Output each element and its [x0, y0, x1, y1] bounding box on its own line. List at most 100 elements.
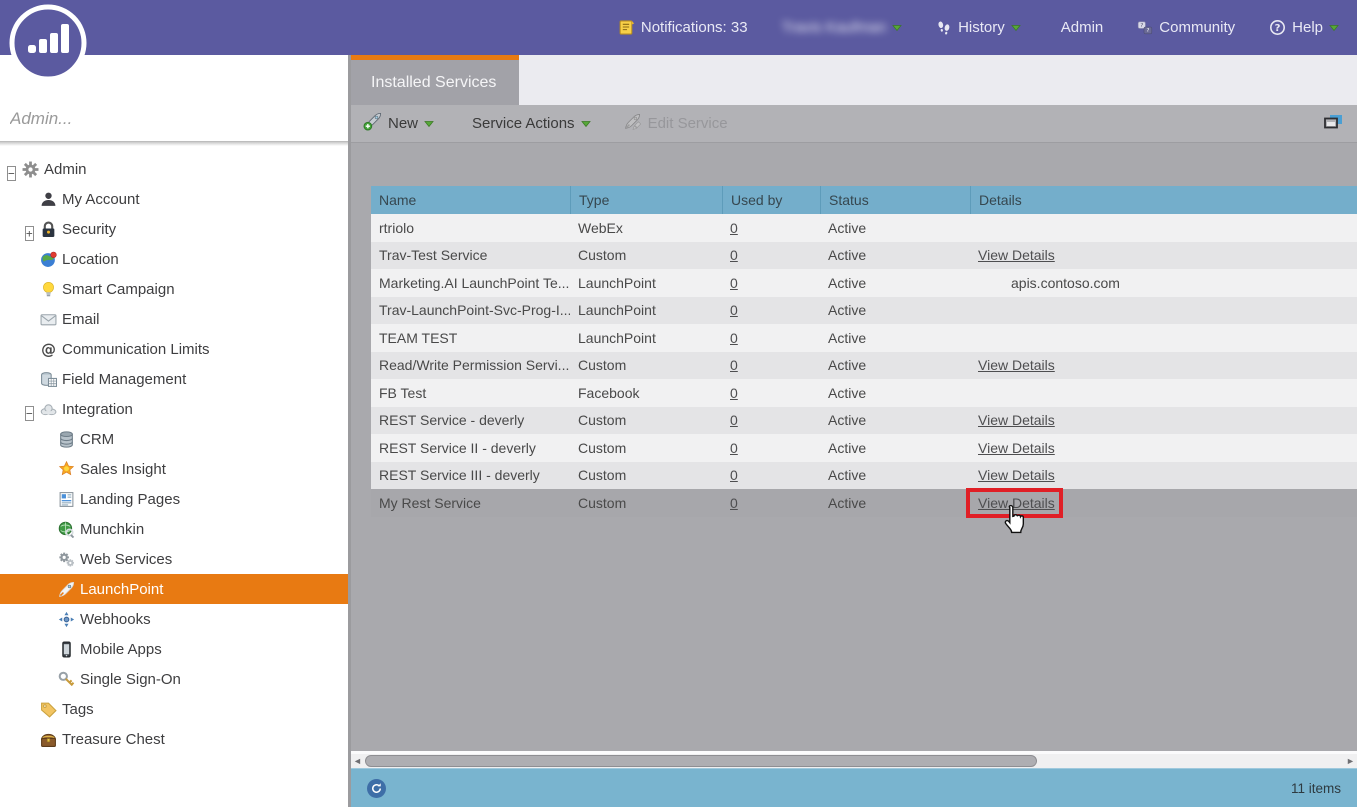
column-header-details[interactable]: Details — [970, 186, 1357, 214]
scroll-left-arrow[interactable]: ◄ — [351, 754, 364, 768]
sidebar-item-munchkin[interactable]: Munchkin — [0, 514, 348, 544]
service-name: My Rest Service — [379, 494, 481, 511]
nav-history[interactable]: History — [936, 19, 1021, 36]
marketo-admin-window: Notifications: 33 Travis Kaufman History Ad… — [0, 0, 1357, 807]
service-actions-button[interactable]: Service Actions — [466, 115, 591, 143]
refresh-icon[interactable] — [367, 778, 386, 798]
view-details-link[interactable]: View Details — [978, 467, 1055, 483]
used-by-link[interactable]: 0 — [730, 357, 738, 373]
scroll-right-arrow[interactable]: ► — [1344, 754, 1357, 768]
top-bar: Notifications: 33 Travis Kaufman History Ad… — [0, 0, 1357, 55]
used-by-link[interactable]: 0 — [730, 495, 738, 511]
sidebar-item-smart-campaign[interactable]: Smart Campaign — [0, 274, 348, 304]
sidebar-item-security[interactable]: + Security — [0, 214, 348, 244]
sidebar-item-label: Webhooks — [80, 610, 151, 628]
sidebar-item-launchpoint[interactable]: LaunchPoint — [0, 574, 348, 604]
used-by-link[interactable]: 0 — [730, 330, 738, 346]
view-details-link[interactable]: View Details — [978, 247, 1055, 263]
service-row-team-test[interactable]: TEAM TEST LaunchPoint 0 Active — [371, 324, 1357, 352]
services-grid: Name Type Used by Status Details rtriolo WebE… — [371, 186, 1357, 517]
sidebar-item-field-management[interactable]: Field Management — [0, 364, 348, 394]
sidebar-item-crm[interactable]: CRM — [0, 424, 348, 454]
sidebar-item-web-services[interactable]: Web Services — [0, 544, 348, 574]
sidebar-item-webhooks[interactable]: Webhooks — [0, 604, 348, 634]
service-row-rtriolo[interactable]: rtriolo WebEx 0 Active — [371, 214, 1357, 242]
admin-search-input[interactable] — [10, 109, 330, 129]
popout-window-icon[interactable] — [1323, 114, 1343, 136]
chest-icon — [40, 731, 57, 748]
collapse-icon[interactable]: − — [25, 404, 38, 421]
notifications-icon — [618, 19, 635, 36]
service-row-marketing-ai-launchpoint-te[interactable]: Marketing.AI LaunchPoint Te... LaunchPoin… — [371, 269, 1357, 297]
sidebar-item-label: Security — [62, 220, 117, 238]
globe-marker-icon — [40, 251, 57, 268]
marketo-logo[interactable] — [8, 3, 88, 83]
collapse-icon[interactable]: − — [7, 164, 20, 181]
nav-community[interactable]: ?? Community — [1137, 19, 1235, 36]
service-row-rest-service-iii-deverly[interactable]: REST Service III - deverly Custom 0 Active V… — [371, 461, 1357, 489]
column-header-type[interactable]: Type — [570, 186, 722, 214]
service-name: Trav-Test Service — [379, 247, 488, 264]
used-by-link[interactable]: 0 — [730, 220, 738, 236]
sidebar-item-mobile-apps[interactable]: Mobile Apps — [0, 634, 348, 664]
sidebar-item-email[interactable]: Email — [0, 304, 348, 334]
used-by-link[interactable]: 0 — [730, 467, 738, 483]
view-details-link[interactable]: View Details — [978, 412, 1055, 428]
scrollbar-thumb[interactable] — [365, 755, 1037, 767]
used-by-link[interactable]: 0 — [730, 440, 738, 456]
service-row-read-write-permission-servi[interactable]: Read/Write Permission Servi... Custom 0 Act… — [371, 351, 1357, 379]
person-icon — [40, 191, 57, 208]
service-type: LaunchPoint — [578, 274, 656, 291]
used-by-link[interactable]: 0 — [730, 275, 738, 291]
used-by-link[interactable]: 0 — [730, 385, 738, 401]
nav-travis-kaufman[interactable]: Travis Kaufman — [782, 19, 902, 36]
service-row-rest-service-deverly[interactable]: REST Service - deverly Custom 0 Active View … — [371, 406, 1357, 434]
used-by-link[interactable]: 0 — [730, 247, 738, 263]
service-row-trav-launchpoint-svc-prog-i[interactable]: Trav-LaunchPoint-Svc-Prog-I... LaunchPoin… — [371, 296, 1357, 324]
tag-icon — [40, 701, 57, 718]
view-details-link[interactable]: View Details — [978, 357, 1055, 373]
used-by-link[interactable]: 0 — [730, 412, 738, 428]
grid-header: Name Type Used by Status Details — [371, 186, 1357, 214]
sidebar-item-integration[interactable]: − Integration — [0, 394, 348, 424]
edit-service-button: Edit Service — [623, 112, 728, 135]
sidebar-item-label: Landing Pages — [80, 490, 181, 508]
sidebar-item-sales-insight[interactable]: Sales Insight — [0, 454, 348, 484]
nav-help[interactable]: ? Help — [1269, 19, 1339, 36]
used-by-link[interactable]: 0 — [730, 302, 738, 318]
service-type: Custom — [578, 467, 627, 484]
service-status: Active — [828, 494, 867, 511]
service-status: Active — [828, 467, 867, 484]
tab-installed-services[interactable]: Installed Services — [351, 55, 519, 105]
column-header-used-by[interactable]: Used by — [722, 186, 820, 214]
sidebar-item-admin[interactable]: − Admin — [0, 154, 348, 184]
community-icon: ?? — [1137, 20, 1153, 36]
nav-admin[interactable]: Admin — [1055, 19, 1104, 36]
view-details-link[interactable]: View Details — [978, 440, 1055, 456]
expand-icon[interactable]: + — [25, 224, 38, 241]
sidebar-item-location[interactable]: Location — [0, 244, 348, 274]
service-row-fb-test[interactable]: FB Test Facebook 0 Active — [371, 379, 1357, 407]
service-row-trav-test-service[interactable]: Trav-Test Service Custom 0 Active View Detai… — [371, 241, 1357, 269]
sidebar-item-tags[interactable]: Tags — [0, 694, 348, 724]
database-icon — [58, 430, 75, 448]
sidebar-item-treasure-chest[interactable]: Treasure Chest — [0, 724, 348, 754]
sidebar-item-communication-limits[interactable]: @ Communication Limits — [0, 334, 348, 364]
sidebar-item-single-sign-on[interactable]: Single Sign-On — [0, 664, 348, 694]
nav-notifications-33[interactable]: Notifications: 33 — [618, 19, 748, 36]
service-row-rest-service-ii-deverly[interactable]: REST Service II - deverly Custom 0 Active Vi… — [371, 434, 1357, 462]
view-details-link[interactable]: View Details — [978, 495, 1055, 511]
sidebar-item-my-account[interactable]: My Account — [0, 184, 348, 214]
sidebar-item-landing-pages[interactable]: Landing Pages — [0, 484, 348, 514]
service-status: Active — [828, 384, 867, 401]
column-header-status[interactable]: Status — [820, 186, 970, 214]
column-header-name[interactable]: Name — [371, 186, 570, 214]
new-button[interactable]: New — [363, 112, 434, 135]
envelope-icon — [40, 311, 57, 328]
service-row-my-rest-service[interactable]: My Rest Service Custom 0 Active View Details — [371, 489, 1357, 517]
horizontal-scrollbar[interactable]: ◄ ► — [351, 751, 1357, 768]
